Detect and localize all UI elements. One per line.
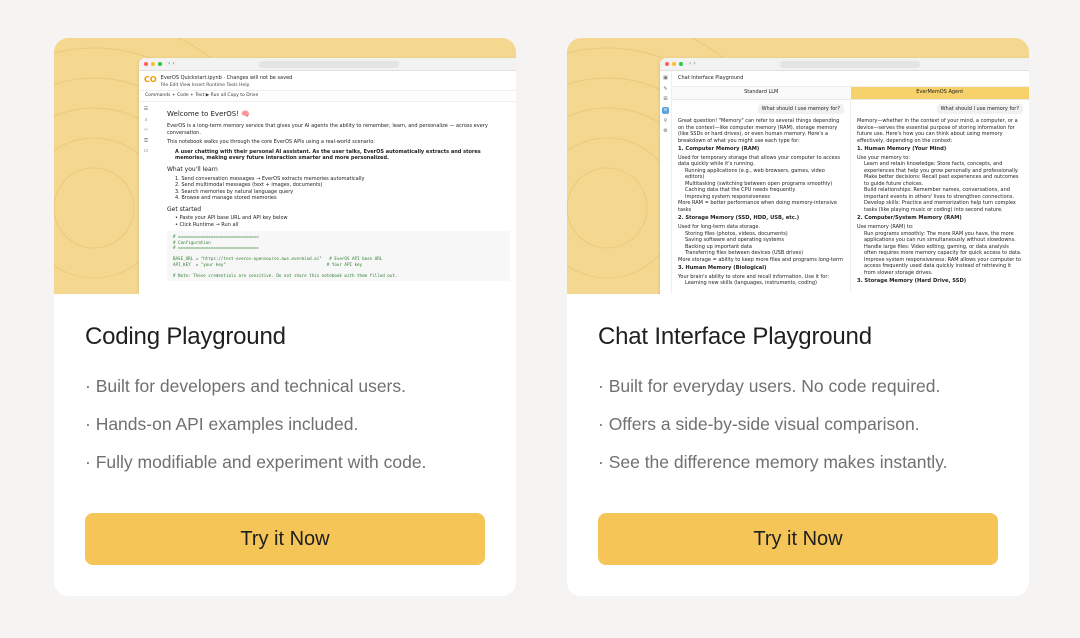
try-coding-playground-button[interactable]: Try it Now xyxy=(85,513,485,565)
chat-playground-card: ‹ › ▣ ✎ ⊞ ✉ ⚲ ⚙ Chat Interface Playgroun… xyxy=(567,38,1029,596)
maximize-dot-icon xyxy=(158,62,162,66)
answer-text: Used for temporary storage that allows y… xyxy=(678,154,840,168)
browser-titlebar: ‹ › xyxy=(660,58,1029,71)
tab-evermemos-agent: EverMemOS Agent xyxy=(850,86,1029,100)
close-dot-icon xyxy=(144,62,148,66)
coding-card-body: Coding Playground · Built for developers… xyxy=(54,294,516,596)
card-title: Chat Interface Playground xyxy=(598,323,872,350)
notebook-screenshot: ‹ › CO EverOS Quickstart.ipynb · Changes… xyxy=(139,58,516,294)
list-item: Develop skills: Practice and memorizatio… xyxy=(864,200,1016,213)
chat-active-icon: ✉ xyxy=(662,106,669,114)
answer-heading: 3. Storage Memory (Hard Drive, SSD) xyxy=(857,278,967,284)
answer-heading: 1. Human Memory (Your Mind) xyxy=(857,146,947,152)
list-item: Running applications (e.g., web browsers… xyxy=(685,167,825,181)
answer-heading: 1. Computer Memory (RAM) xyxy=(678,146,760,152)
menu-help: Help xyxy=(239,82,250,88)
feature-item: · Offers a side-by-side visual compariso… xyxy=(598,414,920,434)
answer-note: More RAM = better performance when doing… xyxy=(678,200,837,213)
nav-arrows-icon: ‹ › xyxy=(168,60,175,68)
tab-standard-llm: Standard LLM xyxy=(672,86,851,100)
minimize-dot-icon xyxy=(672,62,676,66)
notebook-heading: Welcome to EverOS! 🧠 xyxy=(167,110,250,119)
chat-screenshot: ‹ › ▣ ✎ ⊞ ✉ ⚲ ⚙ Chat Interface Playgroun… xyxy=(660,58,1029,294)
menu-file: File xyxy=(160,82,169,88)
notebook-walkthrough: This notebook walks you through the core… xyxy=(167,139,375,146)
learn-heading: What you'll learn xyxy=(167,165,218,173)
evermemos-column: What should I use memory for? Memory—whe… xyxy=(850,99,1029,291)
answer-heading: 2. Storage Memory (SSD, HDD, USB, etc.) xyxy=(678,215,800,222)
answer-heading: 2. Computer/System Memory (RAM) xyxy=(857,215,962,222)
toc-icon: ☰ xyxy=(143,106,149,113)
list-item: Learning new skills (languages, instrume… xyxy=(685,280,817,287)
colab-logo-icon: CO xyxy=(144,75,157,84)
menu-runtime: Runtime xyxy=(206,82,226,88)
chat-preview-hero: ‹ › ▣ ✎ ⊞ ✉ ⚲ ⚙ Chat Interface Playgroun… xyxy=(567,38,1029,294)
chat-card-body: Chat Interface Playground · Built for ev… xyxy=(567,294,1029,596)
list-item: Handle large files: Video editing, gamin… xyxy=(864,243,1022,257)
answer-intro: Great question! "Memory" can refer to se… xyxy=(678,118,840,144)
menu-view: View xyxy=(179,82,191,88)
learn-list: 1. Send conversation messages → EverOS e… xyxy=(167,176,510,202)
maximize-dot-icon xyxy=(679,62,683,66)
feature-item: · Fully modifiable and experiment with c… xyxy=(85,452,427,472)
notebook-header: CO EverOS Quickstart.ipynb · Changes wil… xyxy=(139,71,516,92)
feature-item: · See the difference memory makes instan… xyxy=(598,452,948,472)
answer-heading: 3. Human Memory (Biological) xyxy=(678,265,767,271)
chat-sidebar: ▣ ✎ ⊞ ✉ ⚲ ⚙ xyxy=(660,71,672,294)
brush-icon: ✎ xyxy=(663,85,668,92)
notebook-toolbar: Commands + Code + Text ▶ Run all Copy to… xyxy=(139,91,516,103)
list-item: Improve system responsiveness: RAM allow… xyxy=(864,256,1021,276)
try-chat-playground-button[interactable]: Try it Now xyxy=(598,513,998,565)
list-item: 4. Browse and manage stored memories xyxy=(175,195,277,202)
list-item: Build relationships: Remember names, con… xyxy=(864,187,1015,200)
code-cell: # ================================ # Con… xyxy=(167,231,510,281)
feature-list: · Built for everyday users. No code requ… xyxy=(598,367,998,481)
nav-arrows-icon: ‹ › xyxy=(689,60,696,68)
search-icon: ⌕ xyxy=(144,116,148,123)
list-item: • Click Runtime → Run all xyxy=(175,221,239,228)
key-icon: ⚿ xyxy=(144,137,148,144)
standard-llm-column: What should I use memory for? Great ques… xyxy=(672,100,850,291)
notebook-scenario: A user chatting with their personal AI a… xyxy=(175,148,481,162)
settings-icon: ⚙ xyxy=(663,128,668,134)
list-item: Make better decisions: Recall past exper… xyxy=(864,174,1019,187)
menu-tools: Tools xyxy=(226,82,238,88)
code-icon: ‹› xyxy=(144,127,148,134)
notebook-file-name: EverOS Quickstart.ipynb xyxy=(160,75,222,81)
menu-edit: Edit xyxy=(169,82,179,88)
minimize-dot-icon xyxy=(151,62,155,66)
feature-list: · Built for developers and technical use… xyxy=(85,367,485,481)
coding-playground-card: ‹ › CO EverOS Quickstart.ipynb · Changes… xyxy=(54,38,516,596)
notebook-menu: File Edit View Insert Runtime Tools Help xyxy=(161,83,293,89)
url-bar xyxy=(780,61,920,68)
user-question: What should I use memory for? xyxy=(757,103,844,114)
start-heading: Get started xyxy=(167,205,202,213)
list-item: Learn and retain knowledge: Store facts,… xyxy=(864,161,1019,174)
panel-icon: ▣ xyxy=(663,75,668,81)
feature-item: · Built for everyday users. No code requ… xyxy=(598,376,941,396)
comparison-tabs: Standard LLM EverMemOS Agent xyxy=(672,86,1029,100)
list-item: Run programs smoothly: The more RAM you … xyxy=(864,230,1016,244)
notebook-content: Welcome to EverOS! 🧠 EverOS is a long-te… xyxy=(153,102,516,281)
save-note: Changes will not be saved xyxy=(226,75,293,81)
menu-insert: Insert xyxy=(191,82,205,88)
feature-item: · Built for developers and technical use… xyxy=(85,376,406,396)
grid-icon: ⊞ xyxy=(663,96,668,102)
answer-intro: Memory—whether in the context of your mi… xyxy=(857,118,1018,144)
answer-note: More storage = ability to keep more file… xyxy=(678,256,843,263)
folder-icon: ▭ xyxy=(143,148,149,155)
notebook-intro: EverOS is a long-term memory service tha… xyxy=(167,123,488,136)
card-title: Coding Playground xyxy=(85,323,286,350)
close-dot-icon xyxy=(665,62,669,66)
feature-item: · Hands-on API examples included. xyxy=(85,414,359,434)
user-question: What should I use memory for? xyxy=(936,103,1023,114)
notebook-sidebar: ☰ ⌕ ‹› ⚿ ▭ xyxy=(139,102,153,281)
chat-page-title: Chat Interface Playground xyxy=(672,71,1029,87)
coding-preview-hero: ‹ › CO EverOS Quickstart.ipynb · Changes… xyxy=(54,38,516,294)
url-bar xyxy=(259,61,399,68)
link-icon: ⚲ xyxy=(663,117,668,124)
browser-titlebar: ‹ › xyxy=(139,58,516,71)
start-list: • Paste your API base URL and API key be… xyxy=(167,215,510,228)
